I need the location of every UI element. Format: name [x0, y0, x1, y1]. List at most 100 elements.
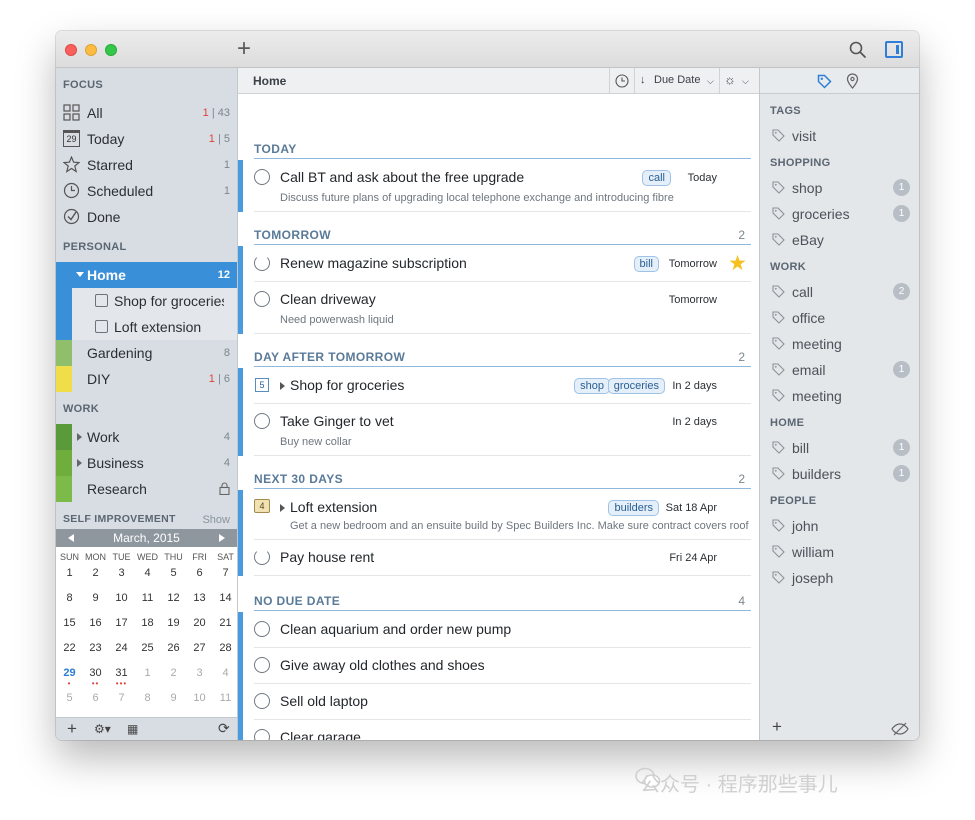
tag-pill[interactable]: bill — [633, 256, 659, 272]
calendar-day[interactable]: 7 — [213, 567, 239, 579]
tag-item[interactable]: call 2 — [760, 279, 919, 305]
calendar-day[interactable]: 28 — [213, 642, 239, 654]
sidebar-item-starred[interactable]: Starred 1 — [56, 152, 237, 178]
clock-icon[interactable] — [615, 74, 629, 88]
calendar-day[interactable]: 27 — [187, 642, 213, 654]
tag-item[interactable]: meeting — [760, 383, 919, 409]
calendar-day[interactable]: 11 — [135, 592, 161, 604]
task-row[interactable]: Clean driveway Tomorrow Need powerwash l… — [254, 282, 751, 334]
tag-item[interactable]: eBay — [760, 227, 919, 253]
disclosure-collapsed-icon[interactable] — [77, 459, 82, 467]
calendar-day[interactable]: 10 — [109, 592, 135, 604]
calendar-toggle-icon[interactable]: ▦ — [127, 722, 138, 736]
show-section-link[interactable]: Show — [202, 514, 230, 526]
calendar-day[interactable]: 24 — [109, 642, 135, 654]
tag-item[interactable]: joseph — [760, 565, 919, 591]
task-row[interactable]: Give away old clothes and shoes — [254, 648, 751, 684]
calendar-day[interactable]: 9 — [83, 592, 109, 604]
calendar-day[interactable]: 1 — [135, 667, 161, 679]
calendar-day[interactable]: 31 — [109, 667, 135, 679]
calendar-day[interactable]: 25 — [135, 642, 161, 654]
task-checkbox[interactable] — [254, 291, 270, 307]
tag-item[interactable]: email 1 — [760, 357, 919, 383]
add-task-button[interactable]: + — [237, 37, 251, 61]
sidebar-item-business[interactable]: Business 4 — [56, 450, 237, 476]
calendar-day[interactable]: 6 — [187, 567, 213, 579]
calendar-day[interactable]: 9 — [161, 692, 187, 704]
calendar-day[interactable]: 18 — [135, 617, 161, 629]
display-options-icon[interactable]: ☼ — [724, 72, 736, 87]
task-checkbox[interactable] — [254, 657, 270, 673]
tag-pill[interactable]: groceries — [607, 378, 665, 394]
next-month-icon[interactable] — [219, 534, 225, 542]
task-row[interactable]: Clean aquarium and order new pump — [254, 612, 751, 648]
tag-item[interactable]: office — [760, 305, 919, 331]
task-row[interactable]: 5 Shop for groceries shop groceries In 2… — [254, 368, 751, 404]
calendar-day[interactable]: 4 — [213, 667, 239, 679]
calendar-day[interactable]: 11 — [213, 692, 239, 704]
tag-item[interactable]: builders 1 — [760, 461, 919, 487]
calendar-day[interactable]: 8 — [57, 592, 83, 604]
tag-icon[interactable] — [817, 74, 832, 89]
zoom-window-button[interactable] — [105, 44, 117, 56]
close-window-button[interactable] — [65, 44, 77, 56]
task-checkbox[interactable] — [254, 169, 270, 185]
tag-item[interactable]: visit — [760, 123, 919, 149]
minimize-window-button[interactable] — [85, 44, 97, 56]
repeating-task-checkbox[interactable] — [254, 255, 270, 271]
calendar-day[interactable]: 26 — [161, 642, 187, 654]
calendar-day[interactable]: 17 — [109, 617, 135, 629]
tag-item[interactable]: william — [760, 539, 919, 565]
sidebar-item-research[interactable]: Research — [56, 476, 237, 502]
tag-item[interactable]: shop 1 — [760, 175, 919, 201]
sidebar-item-done[interactable]: Done — [56, 204, 237, 230]
calendar-day[interactable]: 3 — [109, 567, 135, 579]
expand-subtasks-icon[interactable] — [280, 504, 285, 512]
task-checkbox[interactable] — [254, 621, 270, 637]
calendar-day[interactable]: 2 — [161, 667, 187, 679]
sidebar-item-today[interactable]: 29 Today 1 | 5 — [56, 126, 237, 152]
calendar-day[interactable]: 15 — [57, 617, 83, 629]
search-icon[interactable] — [849, 41, 867, 59]
tag-item[interactable]: bill 1 — [760, 435, 919, 461]
tag-pill[interactable]: builders — [608, 500, 659, 516]
hide-eye-icon[interactable] — [891, 722, 909, 736]
location-pin-icon[interactable] — [846, 73, 859, 89]
sidebar-item-work[interactable]: Work 4 — [56, 424, 237, 450]
sync-icon[interactable]: ⟳ — [218, 720, 230, 737]
task-row[interactable]: Sell old laptop — [254, 684, 751, 720]
calendar-day[interactable]: 19 — [161, 617, 187, 629]
tag-pill[interactable]: shop — [574, 378, 610, 394]
task-row[interactable]: Call BT and ask about the free upgrade c… — [254, 160, 751, 212]
repeating-task-checkbox[interactable] — [254, 549, 270, 565]
calendar-day[interactable]: 13 — [187, 592, 213, 604]
calendar-day[interactable]: 1 — [57, 567, 83, 579]
calendar-day[interactable]: 7 — [109, 692, 135, 704]
calendar-day[interactable]: 6 — [83, 692, 109, 704]
calendar-day[interactable]: 5 — [57, 692, 83, 704]
task-row[interactable]: Clear garage — [254, 720, 751, 740]
tag-pill[interactable]: call — [642, 170, 671, 186]
calendar-day[interactable]: 20 — [187, 617, 213, 629]
calendar-day[interactable]: 3 — [187, 667, 213, 679]
sidebar-item-gardening[interactable]: Gardening 8 — [56, 340, 237, 366]
settings-gear-icon[interactable]: ⚙▾ — [94, 722, 111, 736]
calendar-day[interactable]: 23 — [83, 642, 109, 654]
add-list-icon[interactable]: + — [67, 719, 77, 739]
sort-by-dropdown[interactable]: Due Date — [654, 74, 700, 86]
calendar-day[interactable]: 8 — [135, 692, 161, 704]
tag-item[interactable]: groceries 1 — [760, 201, 919, 227]
sidebar-item-shop-for-groceries[interactable]: Shop for groceries — [56, 288, 237, 314]
starred-icon[interactable]: ★ — [728, 251, 747, 276]
sidebar-item-loft-extension[interactable]: Loft extension — [56, 314, 237, 340]
task-row[interactable]: Take Ginger to vet In 2 days Buy new col… — [254, 404, 751, 456]
calendar-day[interactable]: 21 — [213, 617, 239, 629]
task-checkbox[interactable] — [254, 693, 270, 709]
tag-item[interactable]: john — [760, 513, 919, 539]
calendar-day[interactable]: 14 — [213, 592, 239, 604]
calendar-day[interactable]: 22 — [57, 642, 83, 654]
sidebar-item-all[interactable]: All 1 | 43 — [56, 100, 237, 126]
calendar-day[interactable]: 4 — [135, 567, 161, 579]
task-checkbox[interactable] — [254, 729, 270, 740]
calendar-day[interactable]: 2 — [83, 567, 109, 579]
